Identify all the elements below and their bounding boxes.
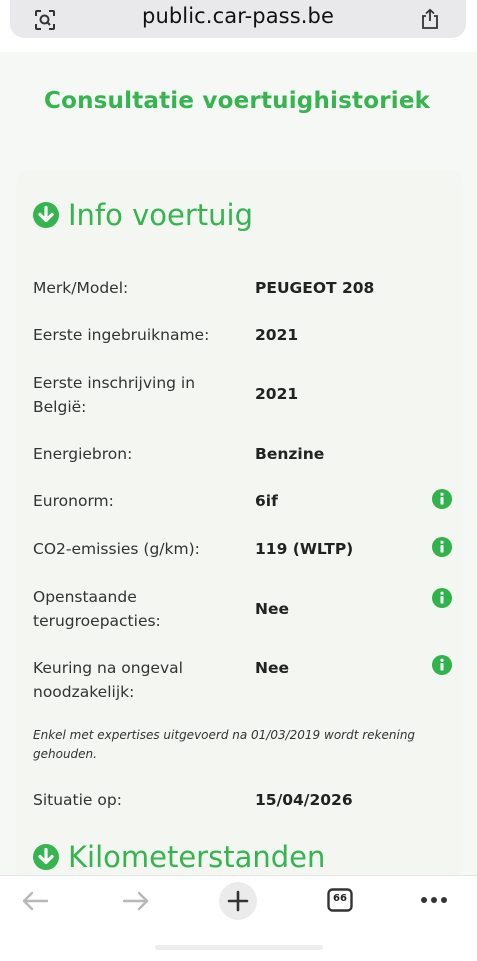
section-title-km: Kilometerstanden — [68, 840, 326, 874]
info-icon-recalls[interactable] — [432, 588, 452, 608]
value-energy-source: Benzine — [255, 445, 325, 463]
url-text[interactable]: public.car-pass.be — [10, 4, 466, 28]
more-menu-icon[interactable] — [420, 896, 448, 904]
expertise-note: Enkel met expertises uitgevoerd na 01/03… — [33, 728, 416, 761]
value-inspection-after-accident: Nee — [255, 659, 289, 677]
label-situation-date: Situatie op: — [33, 791, 122, 809]
home-indicator — [155, 945, 323, 950]
label-first-registration: Eerste inschrijving in België: — [33, 374, 196, 416]
label-first-use: Eerste ingebruikname: — [33, 326, 210, 344]
tabs-count: 66 — [333, 893, 347, 904]
new-tab-plus-icon[interactable] — [218, 881, 258, 921]
arrow-down-circle-icon — [33, 844, 59, 870]
share-icon[interactable] — [420, 8, 440, 30]
forward-arrow-icon[interactable] — [121, 890, 151, 912]
value-euronorm: 6if — [255, 492, 278, 510]
label-euronorm: Euronorm: — [33, 492, 114, 510]
label-energy-source: Energiebron: — [33, 445, 133, 463]
arrow-down-circle-icon — [33, 202, 59, 228]
browser-address-bar: public.car-pass.be — [0, 0, 477, 52]
label-inspection-after-accident: Keuring na ongeval noodzakelijk: — [33, 659, 183, 701]
section-header-km[interactable]: Kilometerstanden — [32, 840, 325, 874]
value-co2: 119 (WLTP) — [255, 540, 354, 558]
info-icon-inspection[interactable] — [432, 655, 452, 675]
section-title-info: Info voertuig — [68, 198, 253, 232]
value-brand-model: PEUGEOT 208 — [255, 279, 375, 297]
label-co2: CO2-emissies (g/km): — [33, 540, 200, 558]
page-title: Consultatie voertuighistoriek — [44, 88, 431, 114]
back-arrow-icon[interactable] — [20, 890, 50, 912]
value-situation-date: 15/04/2026 — [255, 791, 353, 809]
tabs-count-button[interactable]: 66 — [327, 888, 353, 912]
value-recalls: Nee — [255, 600, 289, 618]
url-pill[interactable]: public.car-pass.be — [10, 0, 466, 38]
info-icon-co2[interactable] — [432, 537, 452, 557]
label-brand-model: Merk/Model: — [33, 279, 129, 297]
value-first-use: 2021 — [255, 326, 299, 344]
value-first-registration: 2021 — [255, 385, 299, 403]
section-header-info[interactable]: Info voertuig — [32, 198, 253, 232]
info-icon-euronorm[interactable] — [432, 489, 452, 509]
label-recalls: Openstaande terugroepacties: — [33, 588, 161, 630]
